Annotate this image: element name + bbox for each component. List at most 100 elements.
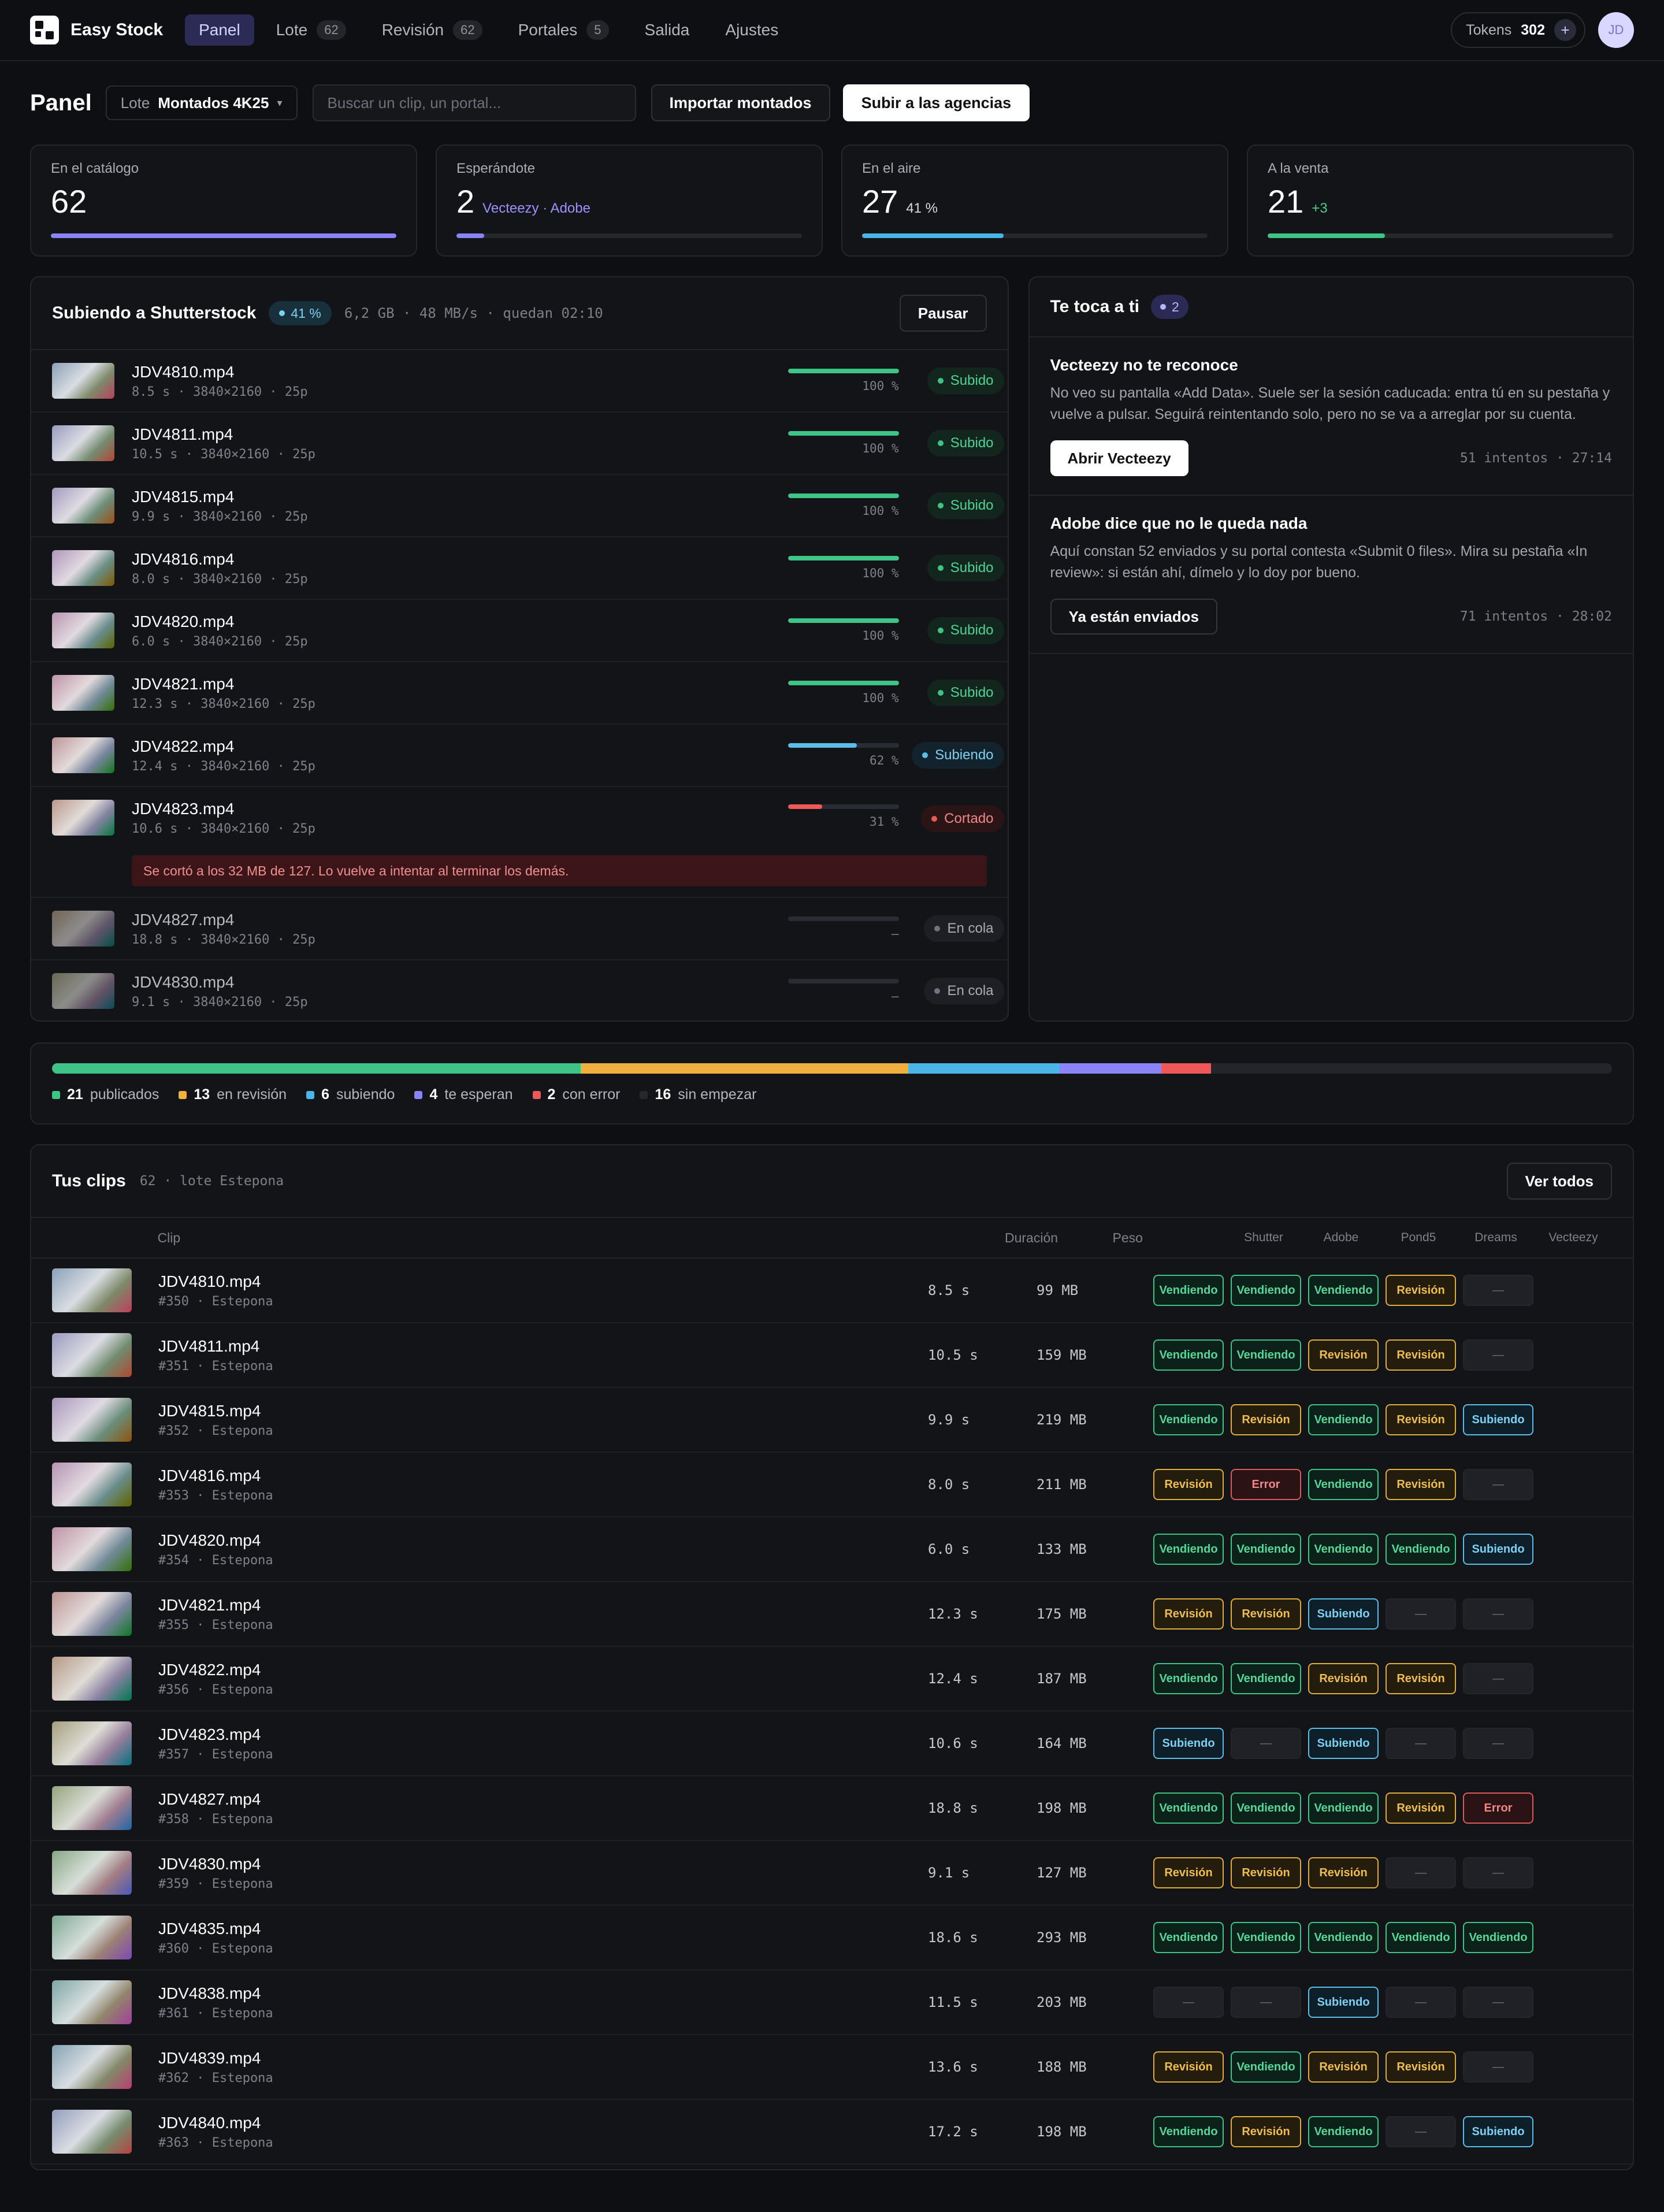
portal-status-tag[interactable]: — [1153,1987,1224,2018]
add-tokens-button[interactable]: + [1554,19,1576,41]
portal-status-tag[interactable]: Revisión [1231,1404,1301,1435]
tab-lote[interactable]: Lote 62 [262,14,360,46]
portal-status-tag[interactable]: Vendiendo [1308,1922,1379,1953]
portal-status-tag[interactable]: Vendiendo [1231,1275,1301,1306]
portal-status-tag[interactable]: Subiendo [1463,2116,1533,2147]
portal-status-tag[interactable]: — [1463,1857,1533,1888]
table-row[interactable]: JDV4838.mp4 #361 · Estepona 11.5 s 203 MB — —… [31,1970,1633,2035]
column-header-portal[interactable]: Pond5 [1380,1231,1457,1245]
portal-status-tag[interactable]: Subiendo [1308,1987,1379,2018]
portal-status-tag[interactable]: Vendiendo [1231,1663,1301,1694]
table-row[interactable]: JDV4840.mp4 #363 · Estepona 17.2 s 198 MB Ve… [31,2100,1633,2165]
portal-status-tag[interactable]: — [1386,2116,1456,2147]
portal-status-tag[interactable]: Vendiendo [1386,1922,1456,1953]
portal-status-tag[interactable]: — [1463,1598,1533,1630]
portal-status-tag[interactable]: Revisión [1386,1792,1456,1824]
portal-status-tag[interactable]: — [1463,1728,1533,1759]
portal-status-tag[interactable]: — [1386,1987,1456,2018]
portal-status-tag[interactable]: Vendiendo [1153,1534,1224,1565]
portal-status-tag[interactable]: Vendiendo [1231,1792,1301,1824]
portal-status-tag[interactable]: Vendiendo [1231,1534,1301,1565]
upload-to-agencies-button[interactable]: Subir a las agencias [842,84,1030,121]
table-row[interactable]: JDV4839.mp4 #362 · Estepona 13.6 s 188 MB Re… [31,2035,1633,2100]
column-header-portal[interactable]: Vecteezy [1535,1231,1612,1245]
portal-status-tag[interactable]: Vendiendo [1231,1922,1301,1953]
portal-status-tag[interactable]: Subiendo [1308,1728,1379,1759]
portal-status-tag[interactable]: — [1463,1987,1533,2018]
portal-status-tag[interactable]: Subiendo [1463,1534,1533,1565]
table-row[interactable]: JDV4811.mp4 #351 · Estepona 10.5 s 159 MB Ve… [31,1323,1633,1388]
portal-status-tag[interactable]: Vendiendo [1308,1469,1379,1500]
lote-select[interactable]: Lote Montados 4K25 ▾ [105,86,298,120]
portal-status-tag[interactable]: Vendiendo [1308,1792,1379,1824]
portal-status-tag[interactable]: Revisión [1153,1598,1224,1630]
tab-portales[interactable]: Portales 5 [504,14,623,46]
portal-status-tag[interactable]: Vendiendo [1308,1534,1379,1565]
tab-revision[interactable]: Revisión 62 [368,14,496,46]
portal-status-tag[interactable]: Vendiendo [1386,1534,1456,1565]
table-row[interactable]: JDV4820.mp4 #354 · Estepona 6.0 s 133 MB Ven… [31,1517,1633,1582]
table-row[interactable]: JDV4827.mp4 #358 · Estepona 18.8 s 198 MB Ve… [31,1776,1633,1841]
portal-status-tag[interactable]: — [1386,1728,1456,1759]
tab-ajustes[interactable]: Ajustes [711,14,792,46]
table-row[interactable]: JDV4810.mp4 #350 · Estepona 8.5 s 99 MB Vend… [31,1259,1633,1323]
portal-status-tag[interactable]: Revisión [1153,2051,1224,2083]
table-row[interactable]: JDV4816.mp4 #353 · Estepona 8.0 s 211 MB Rev… [31,1453,1633,1517]
task-action-button[interactable]: Abrir Vecteezy [1050,440,1188,476]
portal-status-tag[interactable]: — [1386,1857,1456,1888]
table-row[interactable]: JDV4835.mp4 #360 · Estepona 18.6 s 293 MB Ve… [31,1906,1633,1970]
portal-status-tag[interactable]: — [1463,1469,1533,1500]
portal-status-tag[interactable]: — [1231,1728,1301,1759]
portal-status-tag[interactable]: Vendiendo [1231,1339,1301,1371]
portal-status-tag[interactable]: Vendiendo [1308,2116,1379,2147]
column-header-clip[interactable]: Clip [158,1230,1005,1246]
portal-status-tag[interactable]: Error [1463,1792,1533,1824]
column-header-duration[interactable]: Duración [1005,1230,1113,1246]
portal-status-tag[interactable]: Vendiendo [1463,1922,1533,1953]
portal-status-tag[interactable]: — [1463,2051,1533,2083]
portal-status-tag[interactable]: Revisión [1153,1857,1224,1888]
column-header-portal[interactable]: Dreams [1457,1231,1535,1245]
portal-status-tag[interactable]: — [1463,1663,1533,1694]
table-row[interactable]: JDV4821.mp4 #355 · Estepona 12.3 s 175 MB Re… [31,1582,1633,1647]
portal-status-tag[interactable]: Vendiendo [1231,2051,1301,2083]
portal-status-tag[interactable]: Revisión [1231,2116,1301,2147]
portal-status-tag[interactable]: — [1231,1987,1301,2018]
portal-status-tag[interactable]: Revisión [1231,1598,1301,1630]
app-logo[interactable]: Easy Stock [30,16,163,44]
portal-status-tag[interactable]: Revisión [1386,1275,1456,1306]
portal-status-tag[interactable]: Vendiendo [1153,1404,1224,1435]
portal-status-tag[interactable]: Vendiendo [1153,1275,1224,1306]
search-input[interactable] [312,84,636,121]
portal-status-tag[interactable]: Revisión [1386,2051,1456,2083]
portal-status-tag[interactable]: Revisión [1386,1469,1456,1500]
portal-status-tag[interactable]: Vendiendo [1308,1275,1379,1306]
portal-status-tag[interactable]: Vendiendo [1308,1404,1379,1435]
portal-status-tag[interactable]: Revisión [1308,1857,1379,1888]
portal-status-tag[interactable]: Revisión [1386,1663,1456,1694]
portal-status-tag[interactable]: Subiendo [1463,1404,1533,1435]
portal-status-tag[interactable]: Vendiendo [1153,2116,1224,2147]
column-header-weight[interactable]: Peso [1113,1230,1225,1246]
portal-status-tag[interactable]: Revisión [1308,1339,1379,1371]
portal-status-tag[interactable]: — [1386,1598,1456,1630]
portal-status-tag[interactable]: Subiendo [1153,1728,1224,1759]
task-action-button[interactable]: Ya están enviados [1050,599,1217,634]
tab-panel[interactable]: Panel [185,14,254,46]
column-header-portal[interactable]: Adobe [1302,1231,1380,1245]
table-row[interactable]: JDV4815.mp4 #352 · Estepona 9.9 s 219 MB Ven… [31,1388,1633,1453]
column-header-portal[interactable]: Shutter [1225,1231,1302,1245]
portal-status-tag[interactable]: Revisión [1153,1469,1224,1500]
portal-status-tag[interactable]: — [1463,1275,1533,1306]
import-button[interactable]: Importar montados [651,84,830,121]
portal-status-tag[interactable]: Subiendo [1308,1598,1379,1630]
table-row[interactable]: JDV4830.mp4 #359 · Estepona 9.1 s 127 MB Rev… [31,1841,1633,1906]
user-avatar[interactable]: JD [1598,12,1634,48]
tab-salida[interactable]: Salida [631,14,704,46]
portal-status-tag[interactable]: Revisión [1308,1663,1379,1694]
portal-status-tag[interactable]: Revisión [1386,1404,1456,1435]
table-row[interactable]: JDV4823.mp4 #357 · Estepona 10.6 s 164 MB Su… [31,1712,1633,1776]
portal-status-tag[interactable]: Vendiendo [1153,1339,1224,1371]
portal-status-tag[interactable]: Revisión [1231,1857,1301,1888]
portal-status-tag[interactable]: Revisión [1308,2051,1379,2083]
